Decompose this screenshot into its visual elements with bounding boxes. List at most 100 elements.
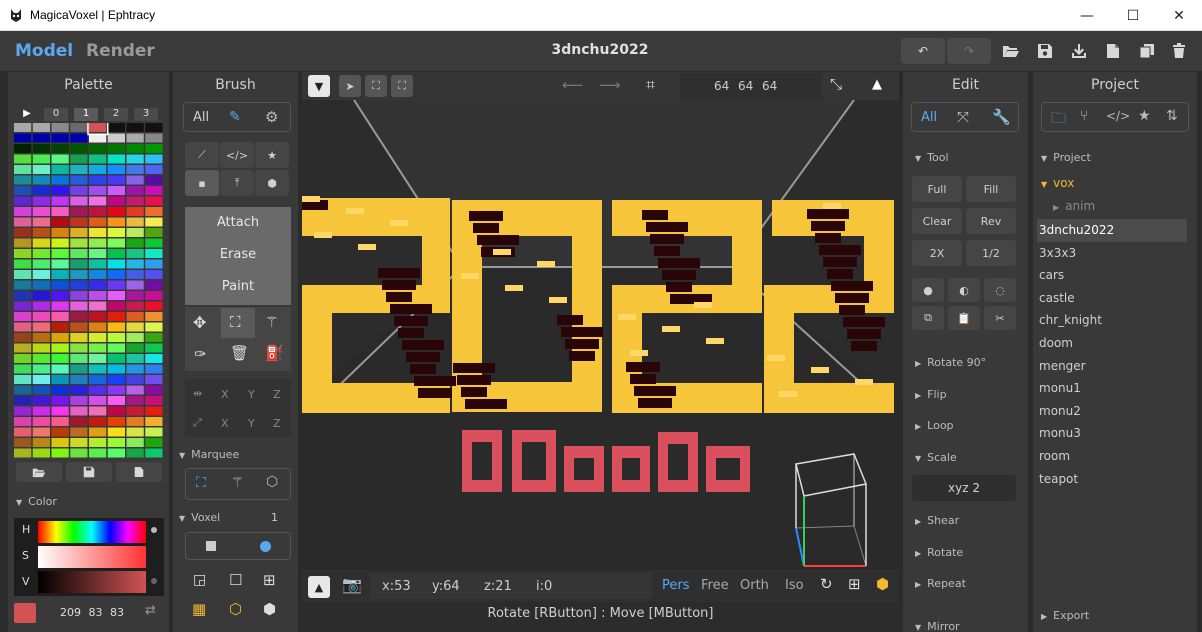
palette-swatch[interactable] <box>107 417 125 426</box>
palette-swatch[interactable] <box>107 133 125 143</box>
paint-mode-button[interactable]: Paint <box>185 271 291 303</box>
palette-swatch[interactable] <box>70 448 88 458</box>
palette-swatch[interactable] <box>14 364 32 374</box>
square-shape-icon[interactable] <box>206 541 216 551</box>
palette-swatch[interactable] <box>126 333 144 342</box>
palette-swatch[interactable] <box>32 280 50 290</box>
palette-swatch[interactable] <box>70 301 88 311</box>
palette-swatch[interactable] <box>14 312 32 321</box>
palette-swatch[interactable] <box>126 448 144 458</box>
palette-swatch[interactable] <box>89 406 107 416</box>
tab-model[interactable]: Model <box>15 41 73 61</box>
palette-swatch[interactable] <box>14 291 32 300</box>
palette-swatch[interactable] <box>32 270 50 279</box>
palette-swatch[interactable] <box>32 259 50 269</box>
palette-swatch[interactable] <box>70 438 88 447</box>
palette-swatch[interactable] <box>14 144 32 153</box>
palette-swatch[interactable] <box>145 417 163 426</box>
voxel-count[interactable]: 1 <box>271 511 278 524</box>
half-button[interactable]: 1/2 <box>966 240 1016 266</box>
fit-view-icon[interactable]: ⤡ <box>830 75 842 93</box>
palette-swatch[interactable] <box>89 217 107 227</box>
project-item[interactable]: monu1 <box>1037 377 1187 400</box>
palette-swatch[interactable] <box>32 406 50 416</box>
palette-swatch[interactable] <box>32 175 50 185</box>
cube-outline-icon[interactable]: ⬡ <box>229 600 242 618</box>
axis-y-button[interactable]: Y <box>248 417 255 430</box>
palette-swatch[interactable] <box>14 427 32 437</box>
star-icon[interactable]: ★ <box>1138 108 1151 124</box>
palette-swatch[interactable] <box>107 322 125 332</box>
palette-swatch[interactable] <box>107 301 125 311</box>
anim-folder[interactable]: ▶ anim <box>1053 199 1095 213</box>
palette-swatch[interactable] <box>89 301 107 311</box>
palette-swatch[interactable] <box>32 354 50 363</box>
palette-swatch[interactable] <box>32 123 50 132</box>
palette-swatch[interactable] <box>107 406 125 416</box>
palette-swatch[interactable] <box>32 396 50 405</box>
palette-swatch[interactable] <box>145 406 163 416</box>
palette-swatch[interactable] <box>89 312 107 321</box>
palette-swatch[interactable] <box>89 175 107 185</box>
palette-swatch[interactable] <box>89 448 107 458</box>
code-brush-button[interactable]: </> <box>220 142 254 168</box>
palette-swatch[interactable] <box>32 186 50 195</box>
palette-swatch[interactable] <box>14 343 32 353</box>
palette-swatch[interactable] <box>107 354 125 363</box>
palette-swatch[interactable] <box>14 186 32 195</box>
clear-button[interactable]: Clear <box>912 208 962 234</box>
palette-save-button[interactable] <box>66 462 112 482</box>
mirror-section[interactable]: Mirror <box>915 620 959 632</box>
palette-swatch[interactable] <box>145 396 163 405</box>
palette-swatch[interactable] <box>70 238 88 248</box>
mirror-z-button[interactable]: Z <box>273 388 281 401</box>
project-item[interactable]: cars <box>1037 264 1187 287</box>
palette-swatch[interactable] <box>51 333 69 342</box>
palette-swatch[interactable] <box>126 228 144 237</box>
palette-swatch[interactable] <box>51 270 69 279</box>
viewport-menu-button[interactable]: ▼ <box>308 75 330 97</box>
palette-swatch[interactable] <box>51 133 69 143</box>
shear-section[interactable]: Shear <box>915 514 959 527</box>
palette-swatch[interactable] <box>51 238 69 248</box>
palette-swatch[interactable] <box>107 396 125 405</box>
close-window-button[interactable]: ✕ <box>1156 0 1202 31</box>
palette-swatch[interactable] <box>145 196 163 206</box>
flip-section[interactable]: Flip <box>915 388 946 401</box>
loop-section[interactable]: Loop <box>915 419 953 432</box>
palette-swatch[interactable] <box>51 154 69 164</box>
palette-swatch[interactable] <box>89 144 107 153</box>
palette-swatch[interactable] <box>107 343 125 353</box>
saturation-slider[interactable] <box>38 546 146 568</box>
palette-swatch[interactable] <box>70 207 88 216</box>
palette-page-1[interactable]: 1 <box>74 108 98 121</box>
palette-swatch[interactable] <box>70 291 88 300</box>
palette-swatch[interactable] <box>126 385 144 395</box>
palette-swatch[interactable] <box>107 270 125 279</box>
palette-swatch[interactable] <box>51 396 69 405</box>
palette-swatch[interactable] <box>14 217 32 227</box>
layout-icon[interactable]: ⊞ <box>848 575 861 593</box>
palette-swatch[interactable] <box>126 375 144 384</box>
palette-grid[interactable] <box>14 123 164 459</box>
palette-swatch[interactable] <box>51 123 69 132</box>
palette-swatch[interactable] <box>89 249 107 258</box>
palette-swatch[interactable] <box>70 312 88 321</box>
palette-swatch[interactable] <box>145 312 163 321</box>
palette-swatch[interactable] <box>70 196 88 206</box>
palette-swatch[interactable] <box>14 238 32 248</box>
palette-swatch[interactable] <box>14 417 32 426</box>
palette-swatch[interactable] <box>126 396 144 405</box>
marquee-section-header[interactable]: Marquee <box>179 448 239 461</box>
palette-swatch[interactable] <box>145 322 163 332</box>
palette-swatch[interactable] <box>51 406 69 416</box>
palette-swatch[interactable] <box>70 249 88 258</box>
palette-page-0[interactable]: 0 <box>44 108 68 121</box>
line-brush-button[interactable]: ⟋ <box>185 142 219 168</box>
palette-swatch[interactable] <box>107 186 125 195</box>
project-item[interactable]: monu3 <box>1037 422 1187 445</box>
paint-bucket-icon[interactable]: ⛽ <box>265 344 284 362</box>
palette-swatch[interactable] <box>51 354 69 363</box>
palette-swatch[interactable] <box>89 228 107 237</box>
palette-swatch[interactable] <box>70 333 88 342</box>
